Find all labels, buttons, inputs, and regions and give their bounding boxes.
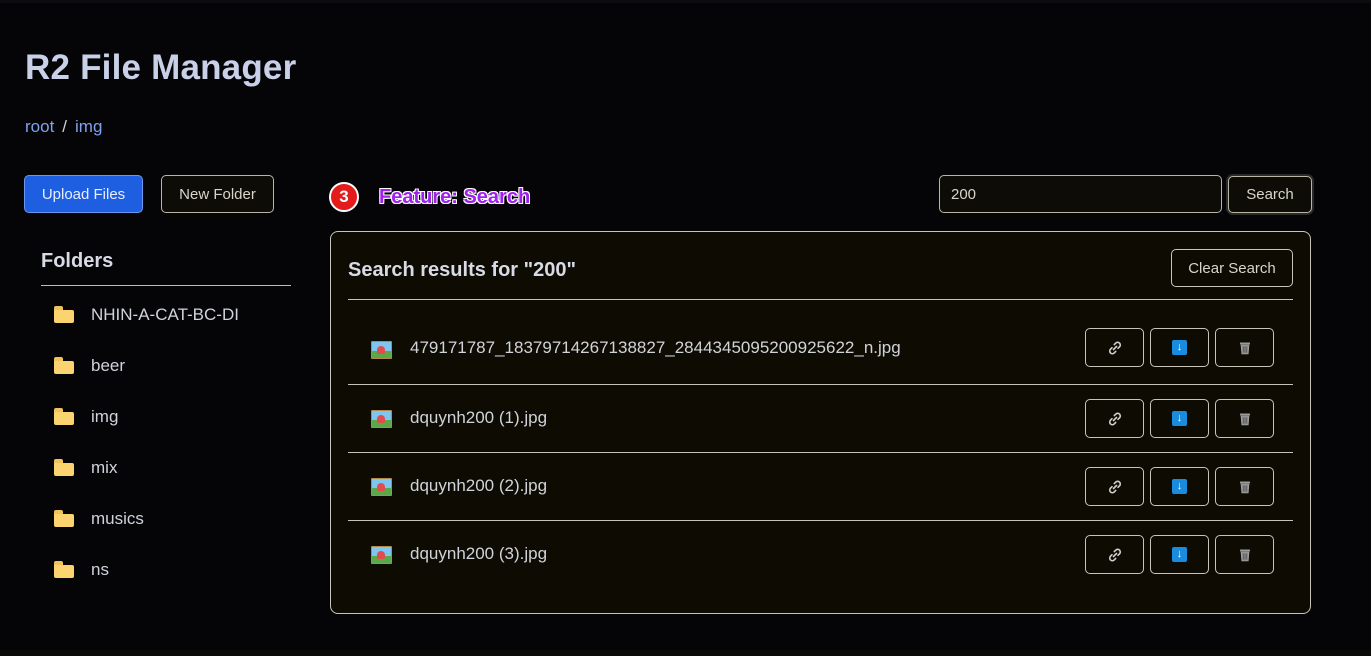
breadcrumb-separator: / (62, 117, 68, 136)
download-icon: ↓ (1172, 479, 1187, 494)
copy-link-button[interactable] (1085, 535, 1144, 574)
folder-icon (54, 305, 74, 323)
download-button[interactable]: ↓ (1150, 467, 1209, 506)
trash-icon (1239, 481, 1250, 493)
download-button[interactable]: ↓ (1150, 399, 1209, 438)
search-results-panel: Search results for "200" Clear Search 47… (330, 231, 1311, 614)
folder-label: musics (91, 508, 144, 528)
new-folder-button[interactable]: New Folder (161, 175, 274, 213)
folders-sidebar: Folders NHIN-A-CAT-BC-DI beer img mix mu… (41, 250, 291, 595)
bottom-border (0, 650, 1371, 656)
search-button[interactable]: Search (1228, 176, 1312, 213)
page: R2 File Manager root / img Upload Files … (0, 0, 1371, 656)
folder-label: NHIN-A-CAT-BC-DI (91, 304, 239, 324)
copy-link-button[interactable] (1085, 328, 1144, 367)
folder-icon (54, 407, 74, 425)
file-row: 479171787_18379714267138827_284434509520… (348, 318, 1293, 385)
folder-item[interactable]: musics (41, 493, 291, 544)
download-icon: ↓ (1172, 411, 1187, 426)
folder-label: ns (91, 559, 109, 579)
folder-item[interactable]: mix (41, 442, 291, 493)
breadcrumb-root[interactable]: root (25, 117, 54, 137)
image-file-icon (371, 478, 392, 496)
file-row: dquynh200 (1).jpg ↓ (348, 385, 1293, 453)
link-icon (1108, 412, 1121, 425)
folder-label: img (91, 406, 119, 426)
delete-button[interactable] (1215, 399, 1274, 438)
download-button[interactable]: ↓ (1150, 328, 1209, 367)
delete-button[interactable] (1215, 328, 1274, 367)
upload-files-button[interactable]: Upload Files (24, 175, 143, 213)
divider (348, 299, 1293, 300)
file-name[interactable]: dquynh200 (3).jpg (410, 544, 547, 564)
folder-icon (54, 458, 74, 476)
link-icon (1108, 480, 1121, 493)
download-icon: ↓ (1172, 547, 1187, 562)
file-actions: ↓ (1085, 328, 1274, 367)
download-button[interactable]: ↓ (1150, 535, 1209, 574)
app-title: R2 File Manager (25, 48, 297, 87)
folder-label: mix (91, 457, 118, 477)
image-file-icon (371, 546, 392, 564)
breadcrumb: root / img (25, 117, 102, 137)
file-name[interactable]: 479171787_18379714267138827_284434509520… (410, 338, 901, 358)
copy-link-button[interactable] (1085, 399, 1144, 438)
results-title: Search results for "200" (348, 259, 576, 281)
delete-button[interactable] (1215, 535, 1274, 574)
file-actions: ↓ (1085, 467, 1274, 506)
file-name[interactable]: dquynh200 (1).jpg (410, 408, 547, 428)
image-file-icon (371, 410, 392, 428)
feature-label: Feature: Search (379, 185, 531, 208)
search-input[interactable] (939, 175, 1222, 213)
folder-label: beer (91, 355, 126, 375)
image-file-icon (371, 341, 392, 359)
file-row: dquynh200 (2).jpg ↓ (348, 453, 1293, 521)
trash-icon (1239, 413, 1250, 425)
folder-icon (54, 356, 74, 374)
folder-item[interactable]: img (41, 391, 291, 442)
file-row: dquynh200 (3).jpg ↓ (348, 521, 1293, 589)
feature-annotation: 3 Feature: Search (329, 182, 530, 212)
clear-search-button[interactable]: Clear Search (1171, 249, 1293, 287)
folder-icon (54, 509, 74, 527)
delete-button[interactable] (1215, 467, 1274, 506)
breadcrumb-img[interactable]: img (75, 117, 102, 137)
folders-title: Folders (41, 250, 291, 286)
download-icon: ↓ (1172, 340, 1187, 355)
file-list: 479171787_18379714267138827_284434509520… (348, 318, 1293, 589)
folder-item[interactable]: NHIN-A-CAT-BC-DI (41, 289, 291, 340)
folder-item[interactable]: beer (41, 340, 291, 391)
link-icon (1108, 341, 1121, 354)
trash-icon (1239, 549, 1250, 561)
folder-icon (54, 560, 74, 578)
feature-number-badge: 3 (329, 182, 359, 212)
folder-item[interactable]: ns (41, 544, 291, 595)
top-border (0, 0, 1371, 3)
link-icon (1108, 548, 1121, 561)
file-actions: ↓ (1085, 399, 1274, 438)
copy-link-button[interactable] (1085, 467, 1144, 506)
file-name[interactable]: dquynh200 (2).jpg (410, 476, 547, 496)
file-actions: ↓ (1085, 535, 1274, 574)
trash-icon (1239, 342, 1250, 354)
